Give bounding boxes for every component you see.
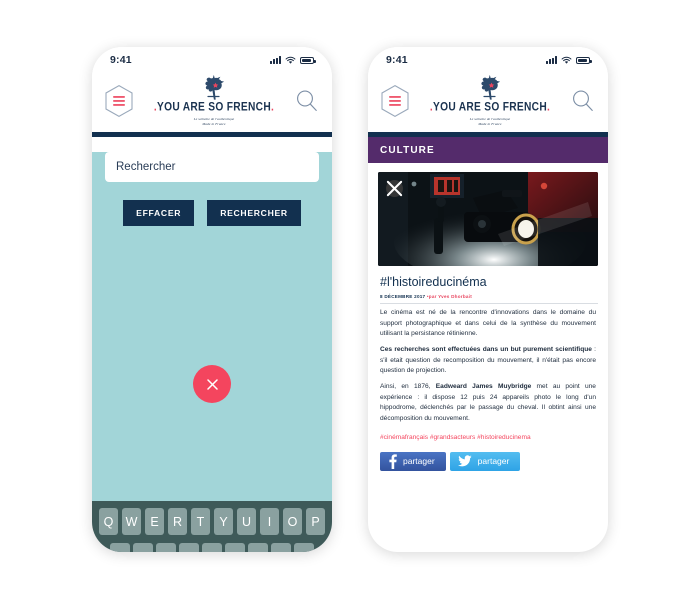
magnifier-icon[interactable] (570, 88, 596, 114)
facebook-f-icon (389, 454, 397, 469)
clear-button[interactable]: EFFACER (123, 200, 195, 226)
brand-tagline: Le webzine de l'authentique Made in Fran… (470, 117, 510, 127)
rooster-icon (205, 74, 225, 100)
key-s[interactable]: S (133, 543, 153, 552)
key-r[interactable]: R (167, 508, 188, 535)
key-g[interactable]: G (202, 543, 222, 552)
brand-tagline-line2: Made in France (478, 121, 502, 126)
share-facebook-button[interactable]: partager (380, 451, 446, 471)
phone-left-search: 9:41 .YOU ARE SO FRENCH. Le webzine de l… (92, 47, 332, 552)
close-x-icon (386, 180, 403, 197)
screenshot-stage: 9:41 .YOU ARE SO FRENCH. Le webzine de l… (0, 0, 697, 603)
key-p[interactable]: P (305, 508, 326, 535)
status-bar: 9:41 (92, 47, 332, 69)
category-label: CULTURE (380, 144, 435, 156)
film-projector-photo (378, 172, 598, 266)
phone-right-article: 9:41 .YOU ARE SO FRENCH. Le webzine de l… (368, 47, 608, 552)
article-paragraph: Le cinéma est né de la rencontre d'innov… (380, 308, 596, 340)
article-container: #l'histoireducinéma 8 DÉCEMBRE 2017 •par… (368, 163, 608, 471)
share-twitter-button[interactable]: partager (449, 451, 521, 471)
keyboard-row-1: Q W E R T Y U I O P (95, 508, 329, 535)
key-e[interactable]: E (144, 508, 165, 535)
hamburger-hexagon-icon[interactable] (104, 84, 134, 118)
search-screen: Rechercher EFFACER RECHERCHER (92, 152, 332, 501)
brand-logo[interactable]: .YOU ARE SO FRENCH. Le webzine de l'auth… (134, 74, 294, 127)
header-underline (92, 132, 332, 137)
brand-dot-right: . (546, 100, 551, 114)
key-k[interactable]: K (271, 543, 291, 552)
article-title: #l'histoireducinéma (380, 275, 487, 289)
article-hero-image[interactable] (378, 172, 598, 266)
article-author: par Yves Dhorbait (428, 294, 472, 299)
battery-icon (576, 56, 592, 64)
close-search-button[interactable] (193, 365, 231, 403)
app-header-right: .YOU ARE SO FRENCH. Le webzine de l'auth… (368, 69, 608, 132)
key-w[interactable]: W (121, 508, 142, 535)
key-i[interactable]: I (259, 508, 280, 535)
key-h[interactable]: H (225, 543, 245, 552)
article-text-bold: Ces recherches sont effectuées dans un b… (380, 346, 592, 354)
key-a[interactable]: A (110, 543, 130, 552)
article-paragraph: Ces recherches sont effectuées dans un b… (380, 345, 596, 377)
key-o[interactable]: O (282, 508, 303, 535)
key-y[interactable]: Y (213, 508, 234, 535)
search-button[interactable]: RECHERCHER (207, 200, 301, 226)
key-l[interactable]: L (294, 543, 314, 552)
brand-wordmark: .YOU ARE SO FRENCH. (430, 100, 551, 114)
brand-tagline-line2: Made in France (202, 121, 226, 126)
rooster-icon (481, 74, 501, 100)
key-d[interactable]: D (156, 543, 176, 552)
close-x-icon (206, 378, 218, 390)
article-text: Ainsi, en 1876, (380, 383, 436, 391)
article-meta: 8 DÉCEMBRE 2017 •par Yves Dhorbait (380, 294, 598, 304)
key-u[interactable]: U (236, 508, 257, 535)
app-header: .YOU ARE SO FRENCH. Le webzine de l'auth… (92, 69, 332, 132)
article-date: 8 DÉCEMBRE 2017 (380, 294, 426, 299)
wifi-icon (285, 56, 296, 64)
signal-bars-icon (270, 56, 281, 64)
signal-bars-icon (546, 56, 557, 64)
brand-wordmark-text: YOU ARE SO FRENCH (157, 100, 271, 114)
search-input-placeholder: Rechercher (116, 161, 176, 173)
search-actions: EFFACER RECHERCHER (92, 200, 332, 226)
magnifier-icon[interactable] (294, 88, 320, 114)
category-banner[interactable]: CULTURE (368, 137, 608, 163)
wifi-icon (561, 56, 572, 64)
article-text-bold: Eadweard James Muybridge (435, 383, 532, 391)
article-body: Le cinéma est né de la rencontre d'innov… (380, 308, 596, 425)
brand-dot-right: . (270, 100, 275, 114)
brand-tagline: Le webzine de l'authentique Made in Fran… (194, 117, 234, 127)
article-hashtags[interactable]: #cinémafrançais #grandsacteurs #histoire… (380, 434, 596, 441)
keyboard-row-2: A S D F G H J K L (95, 543, 329, 552)
twitter-bird-icon (457, 455, 472, 467)
status-time: 9:41 (110, 54, 132, 66)
on-screen-keyboard[interactable]: Q W E R T Y U I O P A S D F G H J K L (92, 501, 332, 552)
brand-logo-right[interactable]: .YOU ARE SO FRENCH. Le webzine de l'auth… (410, 74, 570, 127)
key-f[interactable]: F (179, 543, 199, 552)
close-hero-button[interactable] (386, 180, 403, 197)
share-twitter-label: partager (477, 456, 510, 467)
search-input[interactable]: Rechercher (105, 152, 319, 182)
status-time-right: 9:41 (386, 54, 408, 66)
key-q[interactable]: Q (98, 508, 119, 535)
share-facebook-label: partager (403, 456, 435, 467)
article-paragraph: Ainsi, en 1876, Eadweard James Muybridge… (380, 382, 596, 425)
brand-wordmark-text: YOU ARE SO FRENCH (433, 100, 547, 114)
share-buttons: partager partager (380, 451, 596, 471)
article-text: Le cinéma est né de la rencontre d'innov… (380, 309, 596, 338)
hamburger-hexagon-icon[interactable] (380, 84, 410, 118)
status-icons (270, 56, 316, 65)
status-icons-right (546, 56, 592, 65)
brand-wordmark: .YOU ARE SO FRENCH. (154, 100, 275, 114)
key-t[interactable]: T (190, 508, 211, 535)
key-j[interactable]: J (248, 543, 268, 552)
status-bar-right: 9:41 (368, 47, 608, 69)
battery-icon (300, 56, 316, 64)
